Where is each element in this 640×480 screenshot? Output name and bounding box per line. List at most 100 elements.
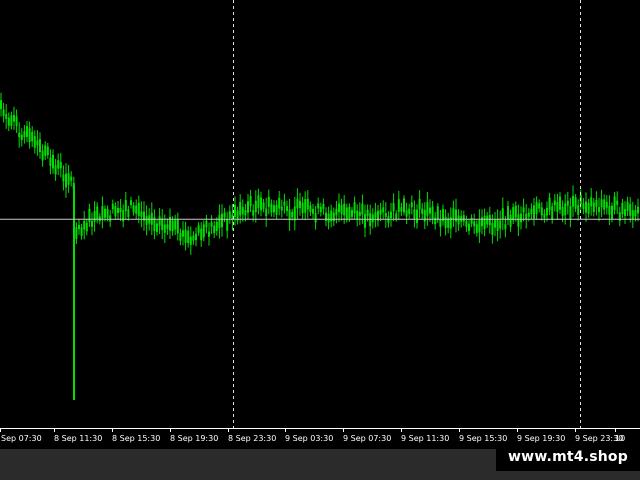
candle <box>455 198 457 233</box>
candle <box>335 200 338 224</box>
candle-body <box>262 202 265 209</box>
candle-body <box>132 205 135 213</box>
candle <box>18 122 21 148</box>
candle <box>176 212 179 241</box>
candle-body <box>244 210 247 216</box>
candle-body <box>535 202 538 214</box>
candle <box>223 207 226 223</box>
candle <box>267 189 270 215</box>
candle <box>356 204 359 227</box>
candle-body <box>338 203 340 213</box>
candle <box>416 204 418 229</box>
candle-body <box>587 202 590 214</box>
candle-body <box>605 202 608 208</box>
candle-body <box>561 206 564 216</box>
candle-body <box>530 208 533 214</box>
candle <box>512 203 515 224</box>
candle-body <box>218 215 221 228</box>
candle-body <box>83 220 86 230</box>
candle-body <box>270 203 273 213</box>
candle-body <box>348 206 351 219</box>
candle <box>509 209 512 232</box>
candle <box>75 222 78 244</box>
candle <box>156 219 158 236</box>
candle-body <box>44 145 47 156</box>
candle <box>210 215 213 234</box>
candle-body <box>158 216 161 226</box>
candle-body <box>481 217 483 227</box>
candle-body <box>400 207 403 212</box>
candle-body <box>486 215 489 225</box>
candle-body <box>522 207 525 213</box>
candle <box>153 209 156 240</box>
candle <box>585 192 587 222</box>
candle-body <box>28 128 31 143</box>
candle-body <box>319 206 322 213</box>
candle-body <box>416 209 418 224</box>
candle-body <box>192 235 195 241</box>
candle-body <box>390 211 392 218</box>
candle-body <box>57 160 60 169</box>
candle-body <box>577 205 580 215</box>
candle <box>590 187 593 216</box>
candle-body <box>616 200 619 205</box>
candle <box>221 204 223 237</box>
candle <box>587 198 590 218</box>
candle <box>5 104 8 129</box>
candle-body <box>491 223 494 235</box>
candle-body <box>109 215 112 222</box>
candles-layer <box>0 0 640 428</box>
candle <box>624 201 626 224</box>
candle <box>564 194 567 225</box>
candle-body <box>332 212 335 222</box>
candle <box>195 227 197 247</box>
candle-body <box>88 208 91 222</box>
candle <box>202 220 205 242</box>
candle-body <box>345 207 348 219</box>
x-tick-label: 8 Sep 15:30 <box>112 434 160 443</box>
candle-body <box>426 202 429 216</box>
candle-body <box>395 213 398 219</box>
candle <box>546 201 548 222</box>
candle <box>270 199 273 217</box>
candle <box>130 196 132 209</box>
candle <box>299 192 301 216</box>
candle-body <box>156 223 158 232</box>
candle-body <box>496 219 499 231</box>
candle <box>631 201 634 228</box>
candle <box>192 231 195 245</box>
candle <box>507 201 509 225</box>
candle-body <box>213 225 216 234</box>
candle <box>413 200 416 228</box>
candle-body <box>525 213 528 219</box>
candle-body <box>314 213 317 223</box>
candle <box>57 153 60 176</box>
candle-body <box>343 203 346 216</box>
candle-body <box>291 211 294 218</box>
candle <box>574 194 577 212</box>
candle-body <box>436 206 439 220</box>
candle <box>483 208 486 237</box>
candle-body <box>429 207 431 214</box>
candle-body <box>603 199 606 210</box>
candle <box>600 189 603 217</box>
candle-body <box>514 205 517 218</box>
candle-body <box>49 157 52 166</box>
candle-body <box>296 198 299 209</box>
candle <box>218 204 221 239</box>
candle <box>88 203 91 227</box>
candle <box>423 202 426 230</box>
candle <box>540 202 543 221</box>
candle <box>522 198 525 222</box>
candle-body <box>465 221 468 227</box>
candle <box>23 125 26 144</box>
candle <box>275 200 278 220</box>
candle-body <box>33 136 36 148</box>
candle-body <box>475 223 478 233</box>
candle <box>322 198 325 215</box>
candle <box>371 208 374 229</box>
candle-body <box>473 221 476 227</box>
candle <box>556 193 559 220</box>
candle <box>338 193 340 222</box>
candle <box>327 206 330 230</box>
